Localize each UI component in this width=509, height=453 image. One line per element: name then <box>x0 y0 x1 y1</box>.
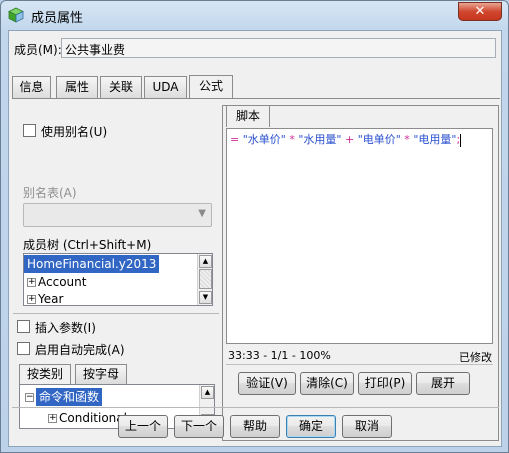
tree-row[interactable]: + Account <box>27 273 86 291</box>
tab-formula[interactable]: 公式 <box>189 75 233 98</box>
ok-button[interactable]: 确定 <box>286 415 336 438</box>
auto-complete-label: 启用自动完成(A) <box>35 343 125 357</box>
tree-row[interactable]: HomeFinancial.y2013 <box>24 255 160 273</box>
next-button[interactable]: 下一个 <box>174 415 224 438</box>
member-properties-window: 成员属性 ✕ 成员(M): 公共事业费 信息 属性 关联 UDA 公式 使用别名… <box>0 0 509 453</box>
tab-by-letter[interactable]: 按字母 <box>75 364 127 384</box>
tree-row-label: Account <box>38 275 87 289</box>
formula-operator: = <box>230 133 243 146</box>
print-button[interactable]: 打印(P) <box>358 372 412 395</box>
title-bar[interactable]: 成员属性 ✕ <box>1 1 508 29</box>
tree-row-label: 命令和函数 <box>36 388 103 406</box>
tree-row[interactable]: − 命令和函数 <box>25 388 103 406</box>
member-tree-scrollbar[interactable]: ▲ ▼ <box>197 254 212 305</box>
member-tree[interactable]: HomeFinancial.y2013 + Account + Year ▲ ▼ <box>23 253 213 306</box>
scroll-thumb[interactable] <box>199 269 212 289</box>
formula-operator: * <box>400 133 414 146</box>
formula-operator: * <box>285 133 299 146</box>
tree-row-label: HomeFinancial.y2013 <box>27 257 157 271</box>
close-button[interactable]: ✕ <box>458 2 502 21</box>
modified-status: 已修改 <box>459 351 492 364</box>
alias-table-label: 别名表(A) <box>23 186 77 200</box>
auto-complete-checkbox[interactable] <box>17 342 30 355</box>
status-divider <box>226 364 493 365</box>
formula-member: "水单价" <box>242 133 286 146</box>
use-alias-checkbox[interactable] <box>23 124 36 137</box>
expand-plus-icon[interactable]: + <box>27 278 36 287</box>
expand-plus-icon[interactable]: + <box>27 295 36 304</box>
left-panel: 使用别名(U) 别名表(A) ▼ 成员树 (Ctrl+Shift+M) Home… <box>13 101 219 443</box>
cube-app-icon <box>8 7 24 23</box>
collapse-minus-icon[interactable]: − <box>25 393 34 402</box>
scroll-up-icon[interactable]: ▲ <box>199 255 212 268</box>
member-label: 成员(M): <box>14 43 62 57</box>
cancel-button[interactable]: 取消 <box>342 415 392 438</box>
formula-member: "水用量" <box>298 133 342 146</box>
member-name-field[interactable]: 公共事业费 <box>61 38 496 58</box>
expand-plus-icon[interactable]: + <box>48 414 57 423</box>
cursor-status: 33:33 - 1/1 - 100% <box>228 349 331 362</box>
verify-button[interactable]: 验证(V) <box>238 372 296 395</box>
text-caret <box>460 133 462 147</box>
tab-attributes[interactable]: 属性 <box>56 76 98 98</box>
formula-member: "电单价" <box>357 133 401 146</box>
window-title: 成员属性 <box>31 11 84 26</box>
footer-divider <box>12 407 499 408</box>
tab-script[interactable]: 脚本 <box>226 105 270 127</box>
help-button[interactable]: 帮助 <box>230 415 280 438</box>
tree-row[interactable]: + Year <box>27 290 64 306</box>
member-tree-label: 成员树 (Ctrl+Shift+M) <box>23 238 152 252</box>
alias-table-dropdown[interactable]: ▼ <box>23 203 212 227</box>
tab-uda[interactable]: UDA <box>144 76 187 98</box>
formula-member: "电用量" <box>413 133 457 146</box>
scroll-up-icon[interactable]: ▲ <box>201 386 214 399</box>
tab-by-category[interactable]: 按类别 <box>19 364 71 384</box>
tab-associations[interactable]: 关联 <box>100 76 142 98</box>
previous-button[interactable]: 上一个 <box>118 415 168 438</box>
tree-row-label: Year <box>38 292 64 306</box>
scroll-down-icon[interactable]: ▼ <box>199 291 212 304</box>
expand-button[interactable]: 展开 <box>416 372 470 395</box>
tab-strip-divider <box>12 98 500 99</box>
formula-operator: + <box>341 133 358 146</box>
clear-button[interactable]: 清除(C) <box>300 372 354 395</box>
chevron-down-icon: ▼ <box>198 208 206 219</box>
insert-params-label: 插入参数(I) <box>35 321 96 335</box>
formula-editor[interactable]: = "水单价" * "水用量" + "电单价" * "电用量"; <box>226 128 493 344</box>
close-icon: ✕ <box>474 4 486 19</box>
insert-params-checkbox[interactable] <box>17 320 30 333</box>
divider <box>13 313 219 314</box>
tab-info[interactable]: 信息 <box>12 76 51 98</box>
script-panel: 脚本 = "水单价" * "水用量" + "电单价" * "电用量"; 33:3… <box>222 105 499 441</box>
dialog-body: 成员(M): 公共事业费 信息 属性 关联 UDA 公式 使用别名(U) 别名表… <box>8 30 502 447</box>
use-alias-label: 使用别名(U) <box>41 125 108 139</box>
